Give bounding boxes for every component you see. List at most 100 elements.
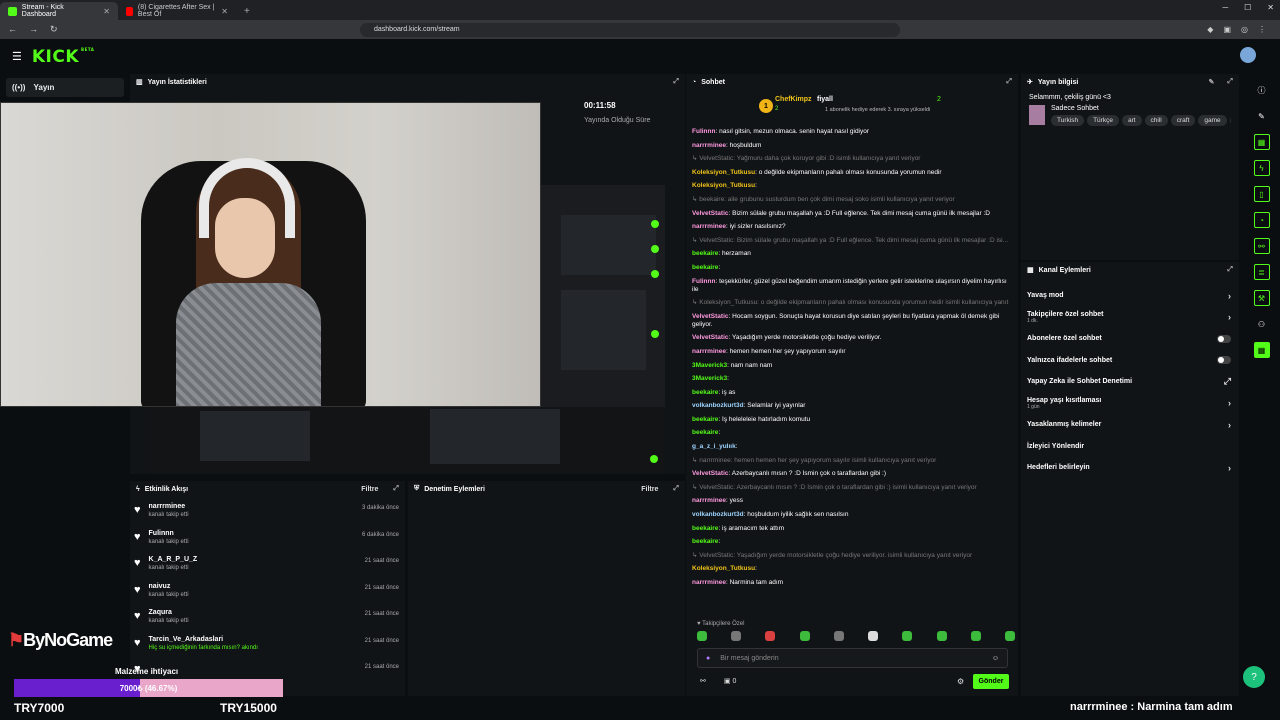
emote-icon[interactable] xyxy=(731,631,742,641)
expand-icon[interactable]: ⤢ xyxy=(1227,266,1233,274)
stream-tag[interactable]: Türkçe xyxy=(1087,115,1119,126)
wrench-icon[interactable]: ⚒ xyxy=(1253,290,1270,306)
list-icon[interactable]: ≣ xyxy=(1253,264,1270,280)
emote-icon[interactable] xyxy=(697,631,707,641)
toggle-switch[interactable] xyxy=(1217,334,1231,343)
send-button[interactable]: Gönder xyxy=(973,674,1009,689)
minimize-icon[interactable]: ─ xyxy=(1222,3,1228,12)
activity-user[interactable]: naivuz xyxy=(149,583,357,590)
toggle-switch[interactable] xyxy=(1217,356,1231,365)
chat-username[interactable]: Fulinnn xyxy=(692,278,715,285)
activity-user[interactable]: K_A_R_P_U_Z xyxy=(149,556,357,563)
expand-icon[interactable]: ⤢ xyxy=(1227,78,1233,86)
stream-tag[interactable]: h xyxy=(1229,115,1231,126)
stream-tag[interactable]: Turkish xyxy=(1051,115,1085,126)
chat-username[interactable]: volkanbozkurt3d xyxy=(692,511,744,518)
browser-tab-youtube[interactable]: (8) Cigarettes After Sex | Best Of ✕ xyxy=(118,2,236,20)
chat-username[interactable]: beekaire xyxy=(692,525,718,532)
chat-username[interactable]: beekaire xyxy=(692,416,718,423)
extension-icon[interactable]: ▣ xyxy=(1223,25,1231,34)
link-icon[interactable]: ⚯ xyxy=(1253,238,1270,254)
qr-icon[interactable]: ▦ xyxy=(1253,134,1270,150)
channel-action-row[interactable]: İzleyici Yönlendir xyxy=(1021,436,1239,458)
emote-icon[interactable] xyxy=(799,631,810,641)
activity-user[interactable]: narrrminee xyxy=(149,503,354,510)
chat-username[interactable]: VelvetStatic xyxy=(692,313,729,320)
channel-action-row[interactable]: Abonelere özel sohbet xyxy=(1021,328,1239,350)
chat-username[interactable]: VelvetStatic xyxy=(692,334,729,341)
expand-icon[interactable]: ⤢ xyxy=(673,78,679,86)
edit-icon[interactable]: ✎ xyxy=(1209,78,1215,86)
chat-username[interactable]: VelvetStatic xyxy=(692,210,729,217)
close-window-icon[interactable]: ✕ xyxy=(1267,3,1274,12)
channel-action-row[interactable]: Yapay Zeka ile Sohbet Denetimi ⤢ xyxy=(1021,371,1239,393)
chat-username[interactable]: narrrminee xyxy=(692,579,726,586)
chat-username[interactable]: beekaire xyxy=(692,429,718,436)
filter-button[interactable]: Filtre xyxy=(641,486,658,493)
emote-icon[interactable] xyxy=(902,631,913,641)
chat-username[interactable]: narrrminee xyxy=(692,142,726,149)
chat-username[interactable]: Koleksiyon_Tutkusu xyxy=(692,182,755,189)
chat-icon[interactable]: ◔ xyxy=(1253,212,1270,228)
browser-tab-kick[interactable]: Stream - Kick Dashboard ✕ xyxy=(0,2,118,20)
close-tab-icon[interactable]: ✕ xyxy=(103,7,110,16)
chat-username[interactable]: narrrminee xyxy=(692,348,726,355)
forward-icon[interactable]: → xyxy=(29,24,38,35)
stream-tag[interactable]: chill xyxy=(1144,115,1168,126)
kick-logo[interactable]: KICK BETA xyxy=(32,47,94,67)
microphone-icon[interactable]: ● xyxy=(706,655,710,662)
stream-tag[interactable]: craft xyxy=(1170,115,1196,126)
chat-username[interactable]: Koleksiyon_Tutkusu xyxy=(692,565,755,572)
settings-icon[interactable]: ⚙ xyxy=(957,677,964,686)
link-icon[interactable]: ⚯ xyxy=(700,677,706,685)
info-icon[interactable]: ⓘ xyxy=(1254,82,1270,98)
activity-user[interactable]: Tarcin_Ve_Arkadaslari xyxy=(149,636,357,643)
channel-action-row[interactable]: Yavaş mod › xyxy=(1021,285,1239,307)
channel-action-row[interactable]: Yasaklanmış kelimeler › xyxy=(1021,414,1239,436)
help-icon[interactable]: ? xyxy=(1243,666,1265,688)
grid-icon[interactable]: ▦ xyxy=(1253,342,1270,358)
chat-username[interactable]: Fulinnn xyxy=(692,128,715,135)
extension-icon[interactable]: ◆ xyxy=(1207,25,1213,34)
emoji-icon[interactable]: ☺ xyxy=(992,655,999,662)
viewer-count[interactable]: ▣ 0 xyxy=(724,677,736,685)
chat-username[interactable]: 3Maverick3 xyxy=(692,375,727,382)
user-avatar[interactable] xyxy=(1240,47,1256,63)
back-icon[interactable]: ← xyxy=(8,24,17,35)
channel-action-row[interactable]: Yalnızca ifadelerle sohbet xyxy=(1021,350,1239,372)
chat-username[interactable]: narrrminee xyxy=(692,223,726,230)
close-tab-icon[interactable]: ✕ xyxy=(221,7,228,16)
stream-tag[interactable]: game xyxy=(1198,115,1227,126)
expand-icon[interactable]: ⤢ xyxy=(1006,78,1012,86)
sidebar-item-stream[interactable]: ((•)) Yayın xyxy=(6,78,124,97)
external-link-icon[interactable]: ⤢ xyxy=(1224,376,1231,387)
channel-action-row[interactable]: Hesap yaşı kısıtlaması 1 gün › xyxy=(1021,393,1239,415)
channel-action-row[interactable]: Takipçilere özel sohbet 1 dk. › xyxy=(1021,307,1239,329)
emote-icon[interactable] xyxy=(970,631,981,641)
url-field[interactable]: dashboard.kick.com/stream xyxy=(360,22,900,37)
stream-tag[interactable]: art xyxy=(1121,115,1142,126)
hamburger-menu-icon[interactable]: ☰ xyxy=(12,50,22,63)
chat-username[interactable]: beekaire xyxy=(692,538,718,545)
emote-icon[interactable] xyxy=(765,631,776,641)
chat-username[interactable]: VelvetStatic xyxy=(692,470,729,477)
activity-user[interactable]: Zaqura xyxy=(149,609,357,616)
chat-username[interactable]: g_a_z_i_yulıık xyxy=(692,443,736,450)
activity-user[interactable]: Fulinnn xyxy=(149,530,354,537)
phone-icon[interactable]: ▯ xyxy=(1253,186,1270,202)
emote-icon[interactable] xyxy=(833,631,844,641)
emote-icon[interactable] xyxy=(868,631,879,641)
chat-username[interactable]: volkanbozkurt3d xyxy=(692,402,744,409)
expand-icon[interactable]: ⤢ xyxy=(673,485,679,493)
menu-icon[interactable]: ⋮ xyxy=(1258,25,1266,34)
chat-username[interactable]: beekaire xyxy=(692,264,718,271)
emote-icon[interactable] xyxy=(1004,631,1015,641)
filter-button[interactable]: Filtre xyxy=(361,486,378,493)
expand-icon[interactable]: ⤢ xyxy=(393,485,399,493)
chat-username[interactable]: Koleksiyon_Tutkusu xyxy=(692,169,755,176)
channel-action-row[interactable]: Hedefleri belirleyin › xyxy=(1021,457,1239,479)
maximize-icon[interactable]: ☐ xyxy=(1244,3,1251,12)
chat-username[interactable]: beekaire xyxy=(692,389,718,396)
chat-username[interactable]: 3Maverick3 xyxy=(692,362,727,369)
chat-username[interactable]: beekaire xyxy=(692,250,718,257)
